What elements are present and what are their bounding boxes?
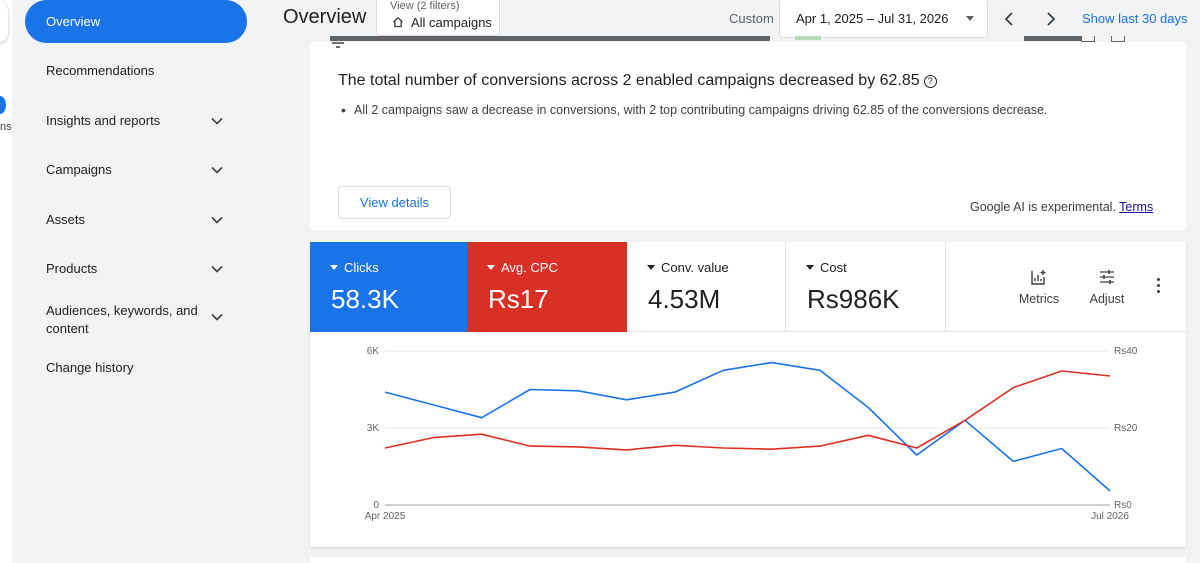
insight-bullet: All 2 campaigns saw a decrease in conver…: [341, 102, 1047, 118]
left-axis-tick-label: 6K: [367, 346, 380, 357]
page-title: Overview: [283, 6, 367, 28]
right-axis-tick-label: Rs0: [1114, 500, 1132, 511]
metric-tile-conv-value[interactable]: Conv. value 4.53M: [627, 242, 786, 332]
chevron-down-icon[interactable]: [211, 263, 223, 275]
ads-overview-page: ns Overview Recommendations Insights and…: [0, 0, 1200, 563]
chevron-down-icon[interactable]: [211, 164, 223, 176]
sidebar: Overview Recommendations Insights and re…: [12, 0, 257, 563]
campaign-filter-button[interactable]: View (2 filters) All campaigns: [376, 0, 500, 36]
tune-icon: [1100, 270, 1114, 284]
previous-period-button[interactable]: [999, 9, 1019, 29]
insight-headline: The total number of conversions across 2…: [338, 72, 937, 90]
show-last-30-days-link[interactable]: Show last 30 days: [1082, 11, 1188, 26]
sidebar-item-campaigns[interactable]: Campaigns: [46, 162, 236, 177]
caret-down-icon: [966, 16, 974, 21]
filter-count-label: View (2 filters): [390, 0, 460, 12]
left-axis-tick-label: 0: [373, 500, 379, 511]
left-axis-tick-label: 3K: [367, 423, 380, 434]
sidebar-item-label: Overview: [46, 14, 101, 29]
sidebar-item-label: Insights and reports: [46, 113, 161, 128]
metric-label: Clicks: [344, 260, 379, 275]
metrics-button-label: Metrics: [1018, 292, 1060, 306]
filter-value: All campaigns: [411, 15, 492, 30]
sidebar-item-label: Products: [46, 261, 98, 276]
chevron-down-icon[interactable]: [211, 115, 223, 127]
date-range-picker[interactable]: Apr 1, 2025 – Jul 31, 2026: [779, 0, 988, 38]
adjust-button-label: Adjust: [1089, 292, 1125, 306]
rail-create-button[interactable]: [0, 2, 8, 42]
dropdown-triangle-icon: [647, 265, 655, 270]
metric-value: Rs986K: [807, 284, 900, 314]
x-axis-tick-label: Jul 2026: [1091, 511, 1129, 522]
sidebar-item-recommendations[interactable]: Recommendations: [46, 63, 236, 78]
chevron-left-icon: [1004, 12, 1013, 26]
thumb-down-icon[interactable]: [1111, 36, 1125, 42]
metric-label: Avg. CPC: [501, 260, 558, 275]
sidebar-item-label: Audiences, keywords, and content: [46, 303, 198, 336]
left-rail: ns: [0, 0, 12, 563]
sidebar-item-audiences[interactable]: Audiences, keywords, and content: [46, 302, 211, 338]
dropdown-triangle-icon: [487, 265, 495, 270]
help-icon[interactable]: ?: [923, 75, 937, 88]
metric-value: 58.3K: [331, 284, 399, 314]
add-chart-icon: [1031, 270, 1046, 285]
metric-tile-avg-cpc[interactable]: Avg. CPC Rs17: [467, 242, 627, 332]
performance-chart-card: Clicks 58.3K Avg. CPC Rs17 Conv. value 4…: [310, 242, 1186, 547]
sidebar-item-label: Recommendations: [46, 63, 155, 78]
sidebar-item-label: Change history: [46, 360, 134, 375]
metric-label: Cost: [820, 260, 847, 275]
date-mode-label: Custom: [729, 11, 774, 26]
sidebar-item-label: Assets: [46, 212, 86, 227]
metric-label: Conv. value: [661, 260, 729, 275]
rail-active-indicator: [0, 96, 6, 114]
thumb-up-icon[interactable]: [1081, 36, 1095, 42]
cut-off-summary-header: [310, 36, 1186, 48]
line-chart: 0 Rs0 3K Rs20 6K Rs40 Apr 2025 Jul 2026: [365, 346, 1138, 522]
chart-series: [384, 361, 1111, 492]
metric-tile-cost[interactable]: Cost Rs986K: [786, 242, 946, 332]
metric-value: Rs17: [488, 284, 549, 314]
chevron-down-icon[interactable]: [211, 214, 223, 226]
metric-value: 4.53M: [648, 284, 721, 314]
sidebar-item-products[interactable]: Products: [46, 261, 236, 276]
dropdown-triangle-icon: [330, 265, 338, 270]
chevron-right-icon: [1047, 12, 1056, 26]
rail-label[interactable]: ns: [0, 121, 12, 133]
terms-link[interactable]: Terms: [1119, 200, 1153, 214]
sidebar-item-label: Campaigns: [46, 162, 112, 177]
chart-grid: [385, 350, 1110, 506]
metrics-button[interactable]: Metrics: [1009, 268, 1069, 306]
next-period-button[interactable]: [1041, 9, 1061, 29]
date-range-value: Apr 1, 2025 – Jul 31, 2026: [796, 11, 949, 26]
right-axis-tick-label: Rs40: [1114, 346, 1138, 357]
x-axis-tick-label: Apr 2025: [365, 511, 406, 522]
more-options-icon[interactable]: [1153, 278, 1163, 298]
ai-disclaimer: Google AI is experimental. Terms: [970, 200, 1154, 214]
home-icon: [393, 16, 403, 28]
chart-toolbar: Metrics Adjust: [946, 242, 1186, 332]
chevron-down-icon[interactable]: [211, 311, 223, 323]
sidebar-item-insights-and-reports[interactable]: Insights and reports: [46, 113, 236, 128]
series-line-clicks: [384, 361, 1111, 492]
performance-summary-card: The total number of conversions across 2…: [310, 36, 1186, 230]
sidebar-item-change-history[interactable]: Change history: [46, 360, 236, 375]
view-details-button[interactable]: View details: [338, 186, 451, 219]
next-card-edge: [310, 557, 1186, 563]
sidebar-item-overview[interactable]: Overview: [25, 0, 247, 43]
metric-tile-clicks[interactable]: Clicks 58.3K: [310, 242, 467, 332]
right-axis-tick-label: Rs20: [1114, 423, 1138, 434]
sidebar-item-assets[interactable]: Assets: [46, 212, 236, 227]
adjust-button[interactable]: Adjust: [1077, 268, 1137, 306]
dropdown-triangle-icon: [806, 265, 814, 270]
